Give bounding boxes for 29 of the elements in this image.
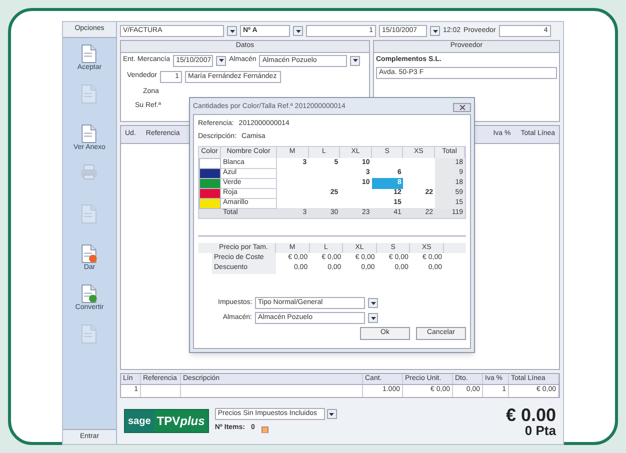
document-convert-icon xyxy=(80,284,98,303)
dropdown-button[interactable] xyxy=(350,56,360,66)
dropdown-button[interactable] xyxy=(216,56,226,66)
dropdown-button[interactable] xyxy=(430,26,440,36)
dropdown-button[interactable] xyxy=(326,409,337,420)
close-icon xyxy=(460,105,464,110)
document-icon xyxy=(80,204,98,224)
caret-icon xyxy=(370,316,376,320)
caret-icon xyxy=(296,30,300,32)
caret-icon xyxy=(218,59,224,62)
dropdown-button[interactable] xyxy=(293,26,303,36)
document-icon xyxy=(80,84,98,104)
tpvplus-logo: sage TPVplus xyxy=(124,409,209,433)
dropdown-button[interactable] xyxy=(227,26,237,36)
caret-icon xyxy=(230,30,234,32)
total-pta: 0 Pta xyxy=(524,424,556,436)
document-alert-icon xyxy=(80,244,98,263)
document-icon xyxy=(80,124,98,143)
document-icon xyxy=(80,324,98,344)
close-button[interactable] xyxy=(453,103,471,112)
dropdown-button[interactable] xyxy=(368,313,378,323)
caret-icon xyxy=(370,302,376,304)
dropdown-button[interactable] xyxy=(368,298,378,308)
caret-icon xyxy=(329,412,334,416)
caret-icon xyxy=(352,59,358,62)
document-icon xyxy=(80,44,98,63)
caret-icon xyxy=(432,30,438,32)
total-euro: € 0.00 xyxy=(506,406,556,424)
printer-icon xyxy=(80,164,98,180)
